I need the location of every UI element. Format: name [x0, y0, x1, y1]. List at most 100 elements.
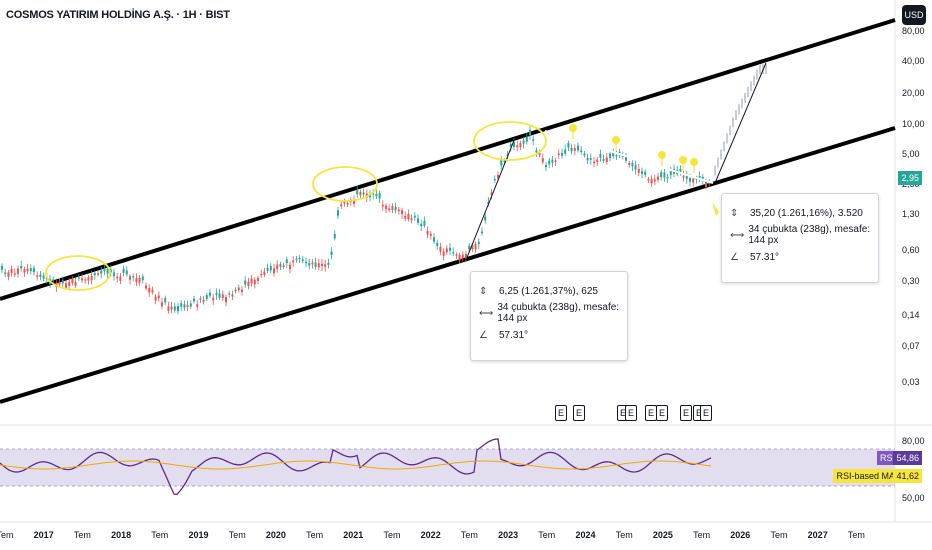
candle-body [157, 295, 160, 299]
earnings-badge[interactable]: E [625, 405, 637, 421]
candle-body [545, 165, 547, 168]
candle-body [420, 223, 423, 227]
candle-body [500, 159, 503, 166]
candle-body [285, 259, 288, 264]
rsi-band [0, 449, 895, 486]
candle-body [327, 262, 330, 265]
candle-body [493, 179, 496, 181]
candle-body [612, 152, 615, 157]
candle-body [29, 268, 32, 272]
candle-body [637, 168, 640, 173]
candle-body [602, 159, 605, 161]
projection-bar [714, 165, 716, 176]
candle-body [253, 279, 256, 285]
candle-body [161, 302, 163, 307]
candle-body [394, 206, 397, 211]
price-tick-label: 0,07 [902, 341, 920, 351]
time-tick-label: 2027 [808, 530, 828, 540]
candle-body [689, 178, 691, 182]
candle-body [260, 273, 263, 276]
candle-body [564, 149, 567, 154]
candle-body [647, 179, 650, 181]
candle-body [548, 160, 551, 165]
candle-body [474, 244, 477, 250]
price-tick-label: 20,00 [902, 88, 925, 98]
candle-body [7, 272, 10, 277]
measure-box-1[interactable]: ⇕ 6,25 (1.261,37%), 625 ⟷ 34 çubukta (238g… [470, 271, 628, 361]
candle-body [295, 258, 298, 260]
candle-body [180, 303, 183, 307]
price-range-icon: ⇕ [730, 207, 739, 219]
price-tick-label: 0,14 [902, 310, 920, 320]
candle-body [359, 191, 362, 196]
candle-body [644, 171, 647, 175]
candle-body [183, 304, 186, 308]
rsi-ma-value-tag: 41,62 [893, 469, 922, 483]
price-tick-label: 0,03 [902, 377, 920, 387]
candle-body [609, 153, 611, 159]
projection-bar [744, 92, 746, 103]
candle-body [388, 208, 391, 211]
candle-body [84, 279, 87, 281]
projection-bar [723, 141, 725, 152]
candle-body [452, 252, 455, 254]
projection-bar [729, 125, 731, 136]
time-tick-label: 2021 [343, 530, 363, 540]
candle-body [189, 303, 192, 307]
projection-bar [738, 104, 740, 115]
earnings-badge[interactable]: E [555, 405, 567, 421]
candle-body [586, 158, 589, 161]
candle-body [132, 276, 135, 278]
candle-body [231, 294, 234, 297]
candle-body [116, 276, 119, 279]
rsi-tick-label: 50,00 [902, 493, 925, 503]
price-tick-label: 0,30 [902, 276, 920, 286]
candle-body [449, 247, 451, 251]
candle-body [589, 158, 592, 160]
earnings-badge[interactable]: E [573, 405, 585, 421]
projection-bar [741, 98, 743, 109]
candle-body [599, 153, 602, 158]
currency-button[interactable]: USD [902, 5, 926, 25]
candle-body [535, 150, 538, 153]
measure-box-2[interactable]: ⇕ 35,20 (1.261,16%), 3.520 ⟷ 34 çubukta (2… [721, 193, 879, 283]
candle-body [391, 206, 394, 210]
candle-body [228, 293, 231, 295]
candle-body [145, 285, 147, 289]
earnings-badge[interactable]: E [700, 405, 712, 421]
candle-body [324, 264, 327, 267]
candle-body [23, 269, 26, 273]
symbol-title[interactable]: COSMOS YATIRIM HOLDİNG A.Ş. · 1H · BIST [6, 9, 230, 21]
candle-body [33, 268, 35, 273]
rsi-tick-label: 80,00 [902, 436, 925, 446]
pin-marker [658, 151, 666, 159]
candle-body [119, 276, 122, 281]
candle-body [311, 262, 314, 265]
earnings-badge[interactable]: E [656, 405, 668, 421]
candle-body [436, 242, 439, 247]
candle-body [106, 268, 109, 274]
candle-body [20, 265, 23, 269]
candle-body [561, 153, 563, 156]
candle-body [263, 271, 266, 275]
candle-body [77, 277, 80, 279]
candle-body [90, 275, 93, 281]
time-tick-label: Tem [383, 530, 400, 540]
candle-body [103, 268, 106, 272]
candle-body [551, 159, 554, 163]
candle-body [596, 159, 599, 162]
candle-body [484, 216, 487, 221]
candle-body [404, 215, 407, 219]
candle-body [81, 278, 83, 281]
projection-bar [735, 110, 737, 121]
measure-bars: 34 çubukta (238g), mesafe: 144 px [748, 224, 871, 246]
candle-body [660, 172, 663, 178]
candle-body [641, 171, 643, 174]
time-tick-label: Tem [306, 530, 323, 540]
earnings-badge[interactable]: E [680, 405, 692, 421]
pin-marker [690, 158, 698, 166]
candle-body [615, 155, 618, 157]
candle-body [455, 254, 458, 256]
time-tick-label: 2025 [653, 530, 673, 540]
candle-body [321, 263, 323, 267]
